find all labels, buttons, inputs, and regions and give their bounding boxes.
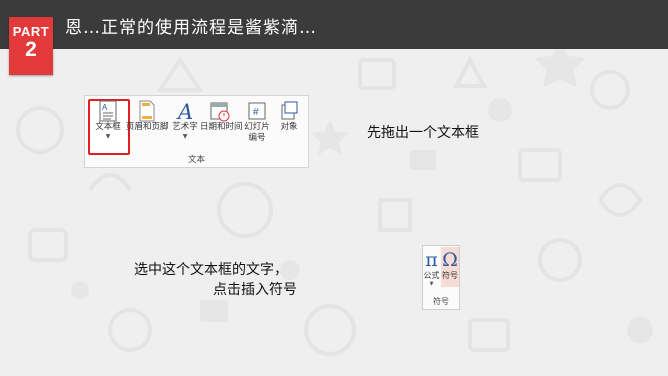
slide-number-label: 幻灯片 (244, 122, 270, 132)
symbols-group: π 公式 ▼ Ω 符号 符号 (422, 245, 460, 310)
part-badge: PART 2 (9, 17, 53, 75)
doodle-pattern (16, 40, 653, 356)
ribbon-textbox-button[interactable]: A 文本框 ▼ (89, 100, 127, 141)
header-bar: 恩…正常的使用流程是酱紫滴… (0, 0, 668, 49)
wordart-icon: A (176, 100, 193, 122)
slide-title: 恩…正常的使用流程是酱紫滴… (65, 18, 317, 38)
object-label: 对象 (280, 122, 298, 132)
ribbon-header-footer-button[interactable]: 页眉和页脚 (126, 100, 169, 133)
omega-icon: Ω (442, 249, 458, 271)
part-badge-label: PART (12, 24, 50, 39)
step2-instruction-line2: 点击插入符号 (213, 282, 297, 298)
wordart-label: 艺术字 (172, 122, 198, 132)
equation-label: 公式 (423, 271, 440, 280)
slide-number-label-2: 编号 (248, 133, 266, 143)
chevron-down-icon: ▼ (182, 133, 188, 140)
header-footer-label: 页眉和页脚 (126, 122, 169, 132)
textbox-label: 文本框 (95, 122, 121, 132)
step1-instruction: 先拖出一个文本框 (367, 125, 479, 141)
symbols-group-label: 符号 (433, 297, 449, 306)
object-icon (281, 101, 298, 120)
svg-text:A: A (176, 100, 193, 122)
header-footer-icon (139, 100, 155, 122)
background-pattern (0, 0, 668, 376)
calendar-icon (210, 102, 230, 122)
textbox-icon: A (99, 100, 117, 122)
ribbon-slide-number-button[interactable]: # 幻灯片 编号 (241, 100, 273, 144)
svg-text:A: A (102, 103, 108, 112)
datetime-label: 日期和时间 (200, 122, 243, 132)
step2-instruction-line1: 选中这个文本框的文字， (134, 262, 288, 278)
ribbon-text-group: A 文本框 ▼ 页眉和页脚 A 艺术字 ▼ 日期和时间 # 幻灯片 编号 对象 … (84, 95, 309, 168)
svg-text:#: # (253, 107, 259, 118)
ribbon-wordart-button[interactable]: A 艺术字 ▼ (169, 100, 201, 141)
ribbon-datetime-button[interactable]: 日期和时间 (200, 100, 243, 133)
equation-button[interactable]: π 公式 ▼ (423, 247, 440, 287)
ribbon-object-button[interactable]: 对象 (275, 100, 303, 133)
chevron-down-icon: ▼ (429, 281, 434, 287)
symbol-button[interactable]: Ω 符号 (441, 247, 459, 287)
ribbon-group-label: 文本 (187, 155, 205, 165)
slide-number-icon: # (248, 102, 266, 120)
part-badge-number: 2 (25, 38, 37, 61)
symbol-label: 符号 (442, 271, 458, 280)
pi-icon: π (425, 249, 438, 271)
chevron-down-icon: ▼ (105, 133, 111, 140)
